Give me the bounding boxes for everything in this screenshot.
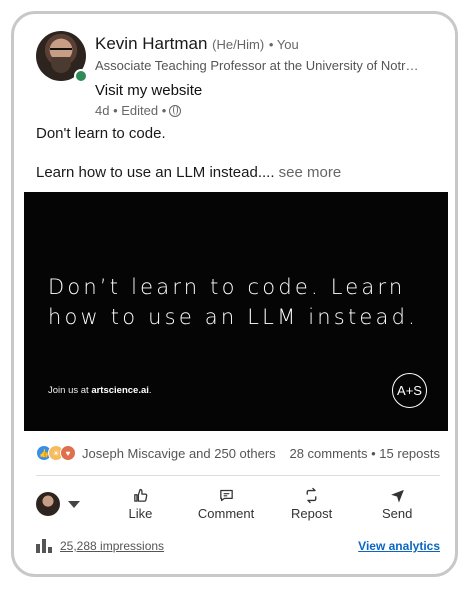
avatar <box>36 492 60 516</box>
social-counts-row: 👍 ☀ ♥ Joseph Miscavige and 250 others 28… <box>36 445 440 461</box>
post-line-2: Learn how to use an LLM instead.... see … <box>36 163 341 183</box>
visit-website-link[interactable]: Visit my website <box>95 82 435 100</box>
comment-label: Comment <box>197 506 255 521</box>
action-bar: Like Comment Repost Send <box>36 484 440 524</box>
post-meta: 4d • Edited • <box>95 103 435 119</box>
author-name[interactable]: Kevin Hartman <box>95 34 207 53</box>
banner-headline: Don’t learn to code. Learn how to use an… <box>48 272 418 332</box>
like-label: Like <box>128 506 153 521</box>
post-ellipsis: ... <box>261 164 275 181</box>
repost-button[interactable]: Repost <box>269 487 355 521</box>
banner-join-text: Join us at artscience.ai. <box>48 385 152 396</box>
post-text: Don't learn to code. Learn how to use an… <box>36 124 341 183</box>
comments-reposts-count[interactable]: 28 comments • 15 reposts <box>289 446 440 461</box>
banner-join-prefix: Join us at <box>48 385 92 396</box>
thumbs-up-icon <box>134 488 148 502</box>
banner-headline-line-2: how to use an LLM instead. <box>48 305 418 329</box>
chevron-down-icon <box>68 500 80 508</box>
love-icon: ♥ <box>60 445 76 461</box>
comment-icon <box>219 489 233 502</box>
send-label: Send <box>382 506 413 521</box>
post-image[interactable]: Don’t learn to code. Learn how to use an… <box>24 192 448 431</box>
view-analytics-link[interactable]: View analytics <box>358 539 440 553</box>
comment-button[interactable]: Comment <box>183 487 269 521</box>
author-pronouns: (He/Him) <box>212 37 265 52</box>
online-status-dot <box>74 69 88 83</box>
avatar-beard <box>51 57 71 73</box>
send-icon <box>390 489 404 503</box>
author-block: Kevin Hartman (He/Him) • You Associate T… <box>95 34 435 119</box>
post-line-2-text: Learn how to use an LLM instead. <box>36 164 262 181</box>
divider <box>36 475 440 476</box>
author-name-line: Kevin Hartman (He/Him) • You <box>95 34 435 55</box>
post-card: Kevin Hartman (He/Him) • You Associate T… <box>11 11 458 577</box>
artscience-logo: A+S <box>392 373 427 408</box>
banner-join-site: artscience.ai <box>91 385 149 396</box>
see-more-link[interactable]: see more <box>275 164 342 181</box>
like-button[interactable]: Like <box>98 487 184 521</box>
repost-icon <box>306 487 317 504</box>
reaction-icons[interactable]: 👍 ☀ ♥ <box>36 445 76 461</box>
banner-headline-line-1: Don’t learn to code. Learn <box>48 275 406 299</box>
post-as-selector[interactable] <box>36 492 98 516</box>
impressions-link[interactable]: 25,288 impressions <box>60 539 358 553</box>
post-timestamp: 4d • Edited • <box>95 103 167 118</box>
repost-label: Repost <box>291 506 333 521</box>
send-button[interactable]: Send <box>354 487 440 521</box>
globe-icon <box>169 105 182 117</box>
post-footer: 25,288 impressions View analytics <box>36 539 440 553</box>
banner-join-suffix: . <box>148 385 152 396</box>
author-avatar[interactable] <box>36 31 88 83</box>
author-headline: Associate Teaching Professor at the Univ… <box>95 58 421 73</box>
avatar-glasses <box>50 48 72 56</box>
author-relation: • You <box>268 37 299 52</box>
reactors-text[interactable]: Joseph Miscavige and 250 others <box>82 446 289 461</box>
bar-chart-icon <box>36 539 52 553</box>
post-line-1: Don't learn to code. <box>36 125 166 142</box>
